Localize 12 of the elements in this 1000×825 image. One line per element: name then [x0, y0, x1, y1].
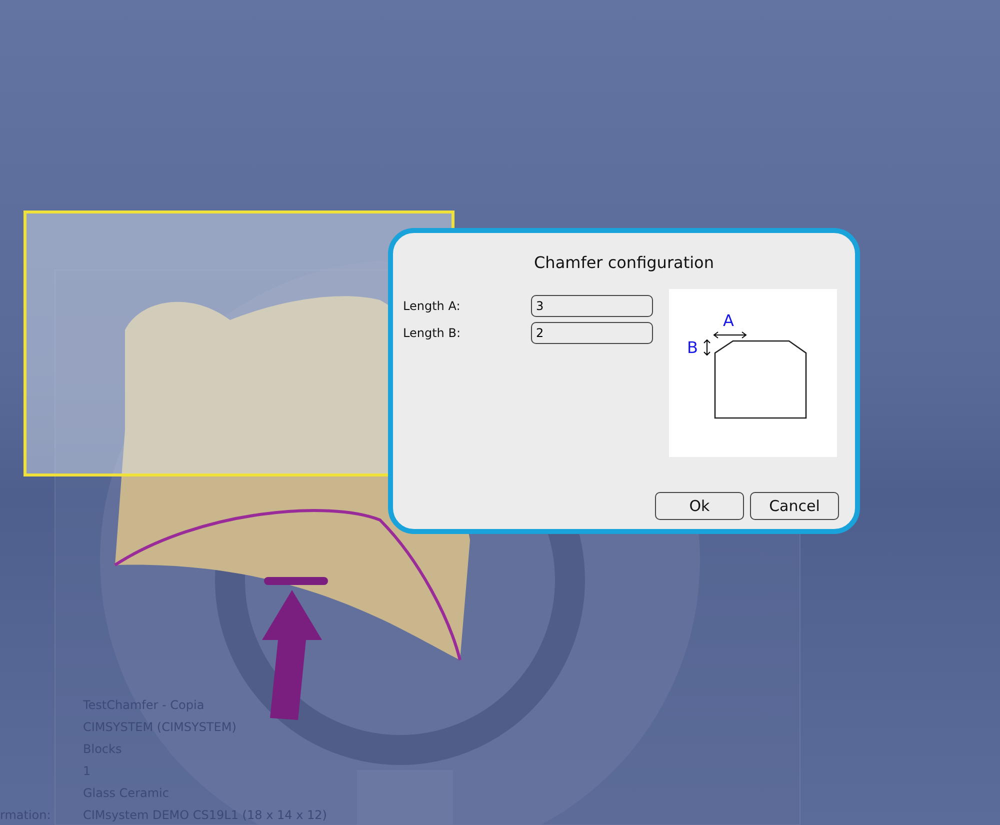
diagram-label: A — [723, 311, 734, 330]
dialog-title: Chamfer configuration — [533, 252, 715, 269]
input-field[interactable]: 2 — [531, 322, 653, 344]
field-label: Length A: — [403, 299, 462, 313]
horizontal-arrow-icon — [713, 332, 747, 338]
ok-button[interactable]: Ok — [655, 492, 744, 520]
cancel-button[interactable]: Cancel — [750, 492, 839, 520]
diagram-label: B — [687, 338, 698, 357]
field-label: Length B: — [403, 326, 462, 340]
input-field[interactable]: 3 — [531, 295, 653, 317]
vertical-arrow-icon — [704, 339, 710, 356]
arrow-icon — [262, 577, 328, 720]
